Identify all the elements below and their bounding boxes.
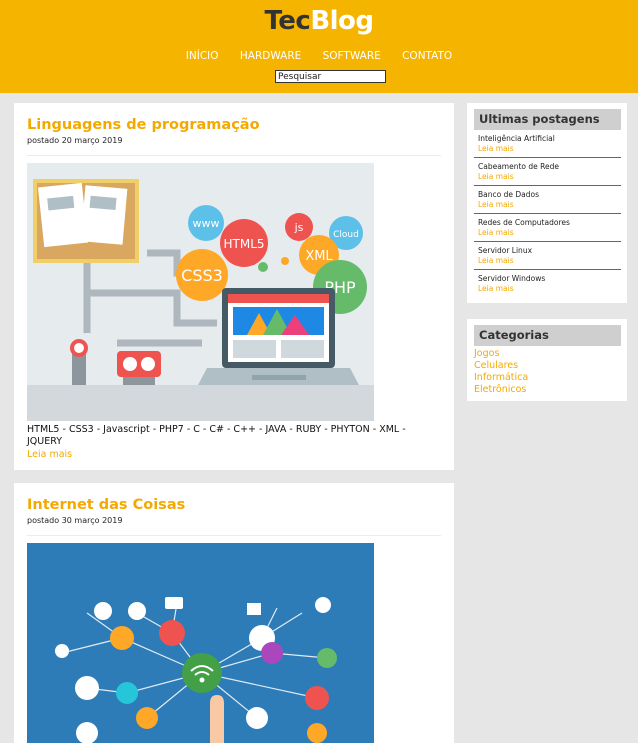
post-card: Linguagens de programação postado 20 mar… (14, 103, 454, 470)
bubble-html5: HTML5 (223, 237, 264, 251)
nav-contato[interactable]: CONTATO (402, 50, 452, 62)
category-link-informatica[interactable]: Informática (474, 372, 528, 383)
category-link-celulares[interactable]: Celulares (474, 360, 518, 371)
read-more-link[interactable]: Leia mais (478, 256, 621, 265)
bubble-css3: CSS3 (181, 266, 223, 285)
read-more-link[interactable]: Leia mais (478, 284, 621, 293)
nav-hardware[interactable]: HARDWARE (240, 50, 301, 62)
logo-part-tec: Tec (264, 6, 311, 36)
site-header: TecBlog INÍCIO HARDWARE SOFTWARE CONTATO (0, 0, 638, 93)
post-title[interactable]: Internet das Coisas (27, 497, 441, 513)
nav-software[interactable]: SOFTWARE (323, 50, 381, 62)
post-excerpt: HTML5 - CSS3 - Javascript - PHP7 - C - C… (27, 424, 406, 447)
read-more-link[interactable]: Leia mais (478, 144, 621, 153)
list-item: Servidor Linux Leia mais (474, 242, 621, 270)
recent-post-title[interactable]: Redes de Computadores (478, 218, 621, 227)
nav-inicio[interactable]: INÍCIO (186, 50, 219, 62)
post-divider (27, 155, 441, 156)
read-more-link[interactable]: Leia mais (478, 200, 621, 209)
list-item: Jogos (474, 348, 621, 360)
post-date: postado 30 março 2019 (27, 516, 123, 525)
bubble-xml: XML (305, 249, 333, 264)
list-item: Cabeamento de Rede Leia mais (474, 158, 621, 186)
widget-title: Categorias (474, 325, 621, 346)
site-logo[interactable]: TecBlog (0, 6, 638, 36)
recent-post-title[interactable]: Servidor Linux (478, 246, 621, 255)
recent-post-title[interactable]: Cabeamento de Rede (478, 162, 621, 171)
read-more-link[interactable]: Leia mais (478, 228, 621, 237)
category-link-jogos[interactable]: Jogos (474, 348, 499, 359)
list-item: Inteligência Artificial Leia mais (474, 130, 621, 158)
bubble-js: js (294, 221, 304, 234)
post-card: Internet das Coisas postado 30 março 201… (14, 483, 454, 743)
category-list: Jogos Celulares Informática Eletrônicos (474, 348, 621, 396)
list-item: Redes de Computadores Leia mais (474, 214, 621, 242)
category-link-eletronicos[interactable]: Eletrônicos (474, 384, 526, 395)
bubble-cloud: Cloud (333, 230, 359, 240)
categories-widget: Categorias Jogos Celulares Informática E… (467, 319, 627, 401)
list-item: Celulares (474, 360, 621, 372)
list-item: Eletrônicos (474, 384, 621, 396)
read-more-link[interactable]: Leia mais (27, 449, 441, 460)
post-divider (27, 535, 441, 536)
recent-post-title[interactable]: Servidor Windows (478, 274, 621, 283)
post-date: postado 20 março 2019 (27, 136, 123, 145)
widget-title: Ultimas postagens (474, 109, 621, 130)
iot-illustration (27, 543, 374, 743)
post-title[interactable]: Linguagens de programação (27, 117, 441, 133)
search-input[interactable] (275, 70, 386, 83)
list-item: Servidor Windows Leia mais (474, 270, 621, 298)
main-nav: INÍCIO HARDWARE SOFTWARE CONTATO (0, 50, 638, 62)
read-more-link[interactable]: Leia mais (478, 172, 621, 181)
recent-posts-widget: Ultimas postagens Inteligência Artificia… (467, 103, 627, 303)
bubble-www: www (193, 217, 220, 230)
recent-post-title[interactable]: Banco de Dados (478, 190, 621, 199)
recent-post-title[interactable]: Inteligência Artificial (478, 134, 621, 143)
logo-part-blog: Blog (310, 6, 374, 36)
programming-languages-illustration: www HTML5 js Cloud CSS3 XML PHP (27, 163, 374, 421)
list-item: Banco de Dados Leia mais (474, 186, 621, 214)
list-item: Informática (474, 372, 621, 384)
